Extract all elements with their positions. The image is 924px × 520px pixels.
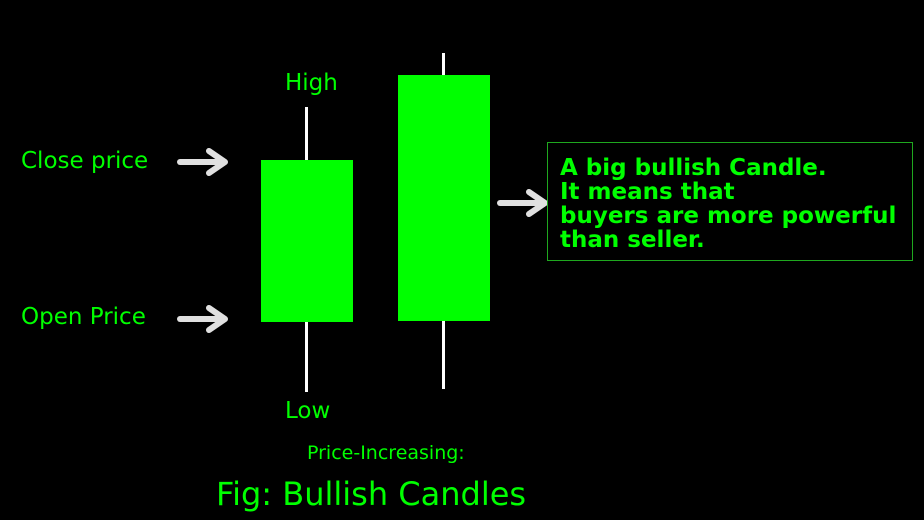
candle-1-upper-wick — [305, 107, 308, 160]
open-price-label: Open Price — [21, 304, 146, 330]
subtitle-label: Price-Increasing: — [307, 442, 465, 464]
low-label: Low — [285, 398, 331, 424]
note-line-1: A big bullish Candle. — [560, 155, 827, 181]
candle-2-upper-wick — [442, 53, 445, 75]
candle-2-body — [398, 75, 490, 321]
candle-1-body — [261, 160, 353, 322]
note-line-3: buyers are more powerful — [560, 203, 897, 229]
high-label: High — [285, 70, 338, 96]
diagram-canvas: Close price Open Price High Low A big bu… — [0, 0, 924, 520]
note-line-4: than seller. — [560, 227, 705, 253]
close-price-arrow-icon — [177, 148, 228, 176]
candle-2-lower-wick — [442, 321, 445, 389]
close-price-label: Close price — [21, 148, 149, 174]
note-line-2: It means that — [560, 179, 735, 205]
candle-1-lower-wick — [305, 322, 308, 392]
note-arrow-icon — [497, 189, 548, 217]
open-price-arrow-icon — [177, 305, 228, 333]
note-box: A big bullish Candle. It means that buye… — [547, 142, 913, 261]
figure-caption: Fig: Bullish Candles — [216, 475, 527, 513]
